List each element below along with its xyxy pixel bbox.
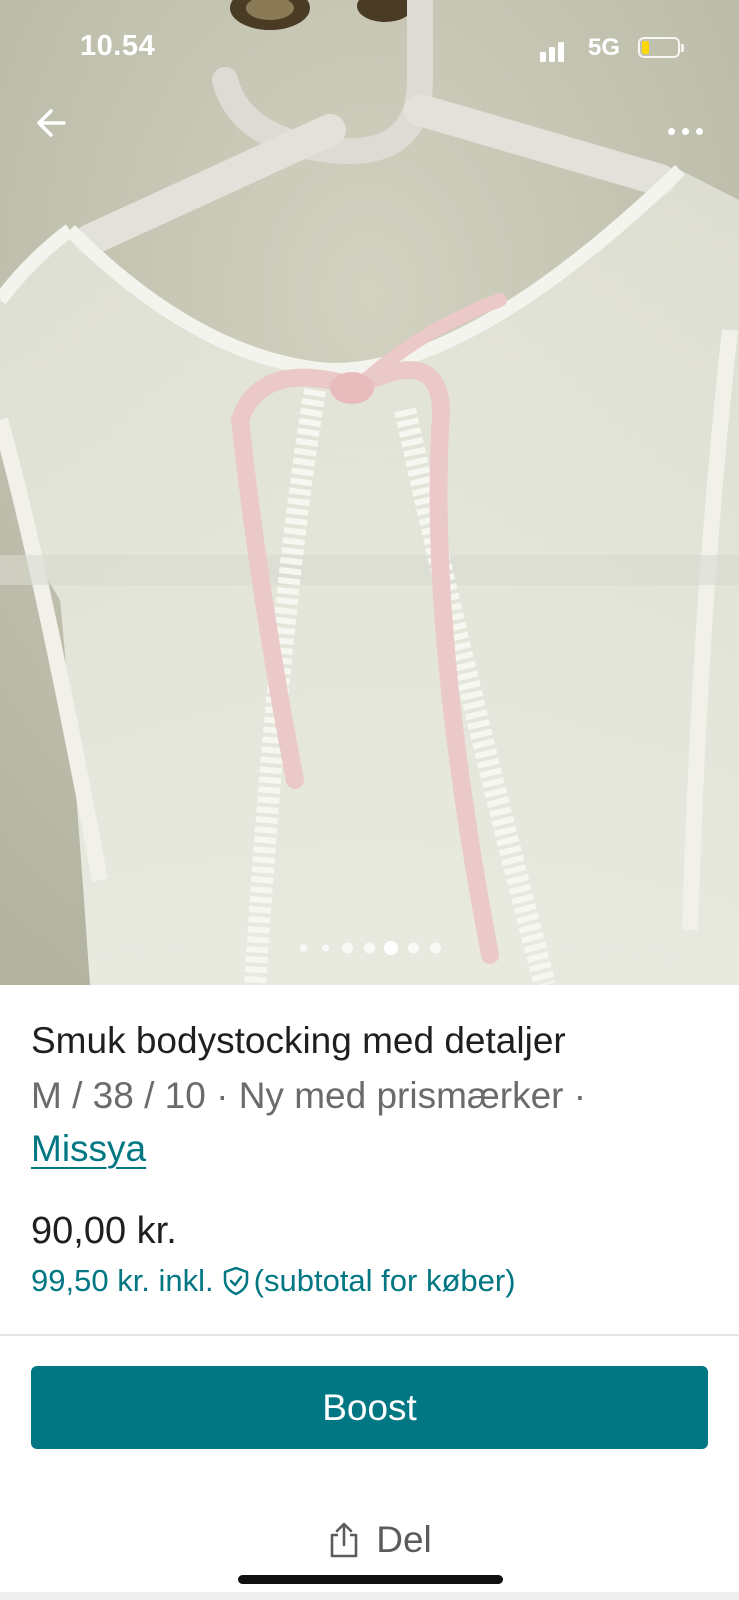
image-pager[interactable] [0,940,739,956]
more-options-button[interactable] [660,110,710,150]
price-incl-amount: 99,50 kr. inkl. [31,1263,214,1298]
share-button[interactable]: Del [300,1510,460,1570]
signal-icon [540,38,570,62]
share-icon [330,1522,358,1558]
status-time: 10.54 [80,30,156,62]
battery-icon [638,37,684,58]
brand-link[interactable]: Missya [31,1128,146,1170]
back-button[interactable] [30,100,76,146]
pager-dot[interactable] [429,942,441,954]
status-bar: 10.54 5G [0,0,739,100]
home-indicator [238,1575,503,1584]
pager-dot[interactable] [299,944,307,952]
listing-title: Smuk bodystocking med detaljer [31,1020,566,1061]
shield-check-icon [223,1266,248,1296]
section-divider [0,1334,739,1336]
boost-button[interactable]: Boost [31,1366,708,1449]
share-label: Del [376,1519,432,1560]
pager-dot[interactable] [341,942,353,954]
listing-price: 90,00 kr. [31,1210,177,1252]
product-photo[interactable]: 10.54 5G [0,0,739,985]
product-photo-illustration [0,0,739,985]
pager-dot[interactable] [363,942,375,954]
buyer-protection-price[interactable]: 99,50 kr. inkl. (subtotal for køber) [31,1263,516,1299]
bottom-edge [0,1592,739,1600]
pager-dot[interactable] [321,944,329,952]
network-label: 5G [588,34,621,61]
pager-dot-active[interactable] [384,941,398,955]
battery-fill [642,41,649,54]
arrow-left-icon [37,109,66,137]
pager-dot[interactable] [407,942,419,954]
listing-meta: M / 38 / 10 · Ny med prismærker · [31,1075,587,1116]
price-incl-note: (subtotal for køber) [253,1263,516,1298]
